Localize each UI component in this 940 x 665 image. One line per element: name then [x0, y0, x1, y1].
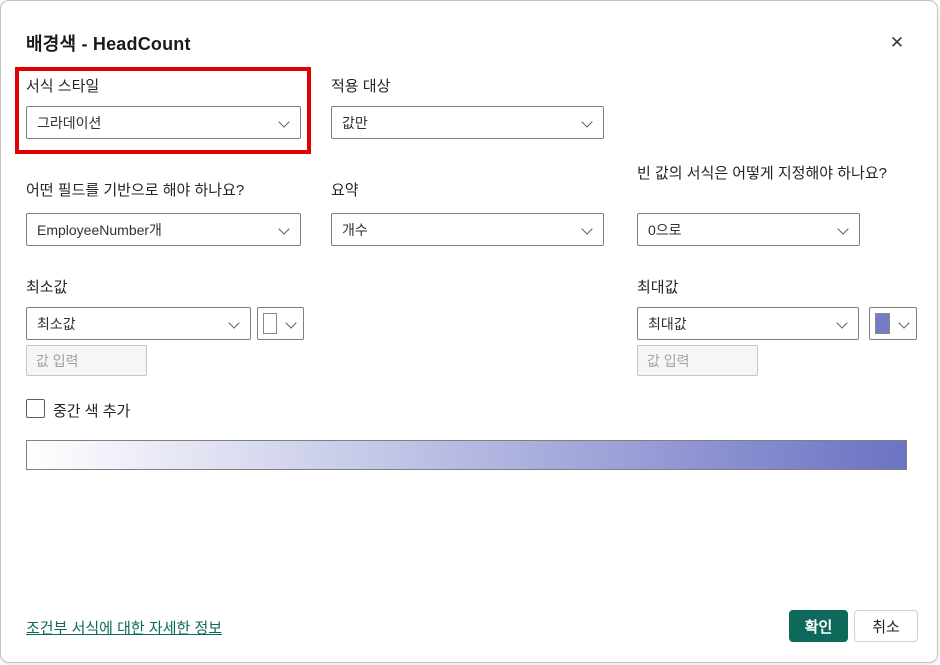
ok-button[interactable]: 확인 [789, 610, 848, 642]
close-icon: ✕ [889, 33, 905, 52]
format-style-dropdown[interactable]: 그라데이션 [26, 106, 301, 139]
summarization-value: 개수 [342, 221, 368, 238]
blank-format-value: 0으로 [648, 221, 682, 238]
minimum-color-swatch [263, 313, 277, 334]
maximum-value-input[interactable] [637, 345, 758, 376]
based-on-field-dropdown[interactable]: EmployeeNumber개 [26, 213, 301, 246]
chevron-down-icon [836, 318, 848, 330]
maximum-color-swatch [875, 313, 890, 334]
chevron-down-icon [278, 224, 290, 236]
based-on-field-value: EmployeeNumber개 [37, 221, 162, 238]
minimum-color-picker[interactable] [257, 307, 304, 340]
background-color-dialog: 배경색 - HeadCount ✕ 서식 스타일 그라데이션 적용 대상 값만 … [0, 0, 938, 663]
cancel-button[interactable]: 취소 [854, 610, 918, 642]
summarization-label: 요약 [331, 182, 359, 199]
minimum-value: 최소값 [37, 315, 76, 332]
middle-color-checkbox[interactable] [26, 399, 45, 418]
summarization-dropdown[interactable]: 개수 [331, 213, 604, 246]
close-button[interactable]: ✕ [883, 29, 911, 57]
chevron-down-icon [581, 224, 593, 236]
based-on-field-label: 어떤 필드를 기반으로 해야 하나요? [26, 182, 245, 199]
middle-color-checkbox-label: 중간 색 추가 [53, 403, 131, 420]
conditional-formatting-help-link[interactable]: 조건부 서식에 대한 자세한 정보 [26, 617, 222, 638]
chevron-down-icon [581, 117, 593, 129]
format-style-label: 서식 스타일 [26, 78, 100, 95]
page-title: 배경색 - HeadCount [26, 34, 191, 54]
minimum-label: 최소값 [26, 279, 68, 296]
chevron-down-icon [228, 318, 240, 330]
minimum-value-input[interactable] [26, 345, 147, 376]
apply-to-dropdown[interactable]: 값만 [331, 106, 604, 139]
chevron-down-icon [837, 224, 849, 236]
apply-to-label: 적용 대상 [331, 78, 391, 95]
minimum-dropdown[interactable]: 최소값 [26, 307, 251, 340]
blank-format-label: 빈 값의 서식은 어떻게 지정해야 하나요? [637, 165, 887, 182]
maximum-color-picker[interactable] [869, 307, 917, 340]
maximum-dropdown[interactable]: 최대값 [637, 307, 859, 340]
chevron-down-icon [285, 318, 297, 330]
chevron-down-icon [898, 318, 910, 330]
gradient-preview-bar [26, 440, 907, 470]
chevron-down-icon [278, 117, 290, 129]
blank-format-dropdown[interactable]: 0으로 [637, 213, 860, 246]
maximum-value: 최대값 [648, 315, 687, 332]
apply-to-value: 값만 [342, 114, 368, 131]
format-style-value: 그라데이션 [37, 114, 102, 131]
maximum-label: 최대값 [637, 279, 679, 296]
